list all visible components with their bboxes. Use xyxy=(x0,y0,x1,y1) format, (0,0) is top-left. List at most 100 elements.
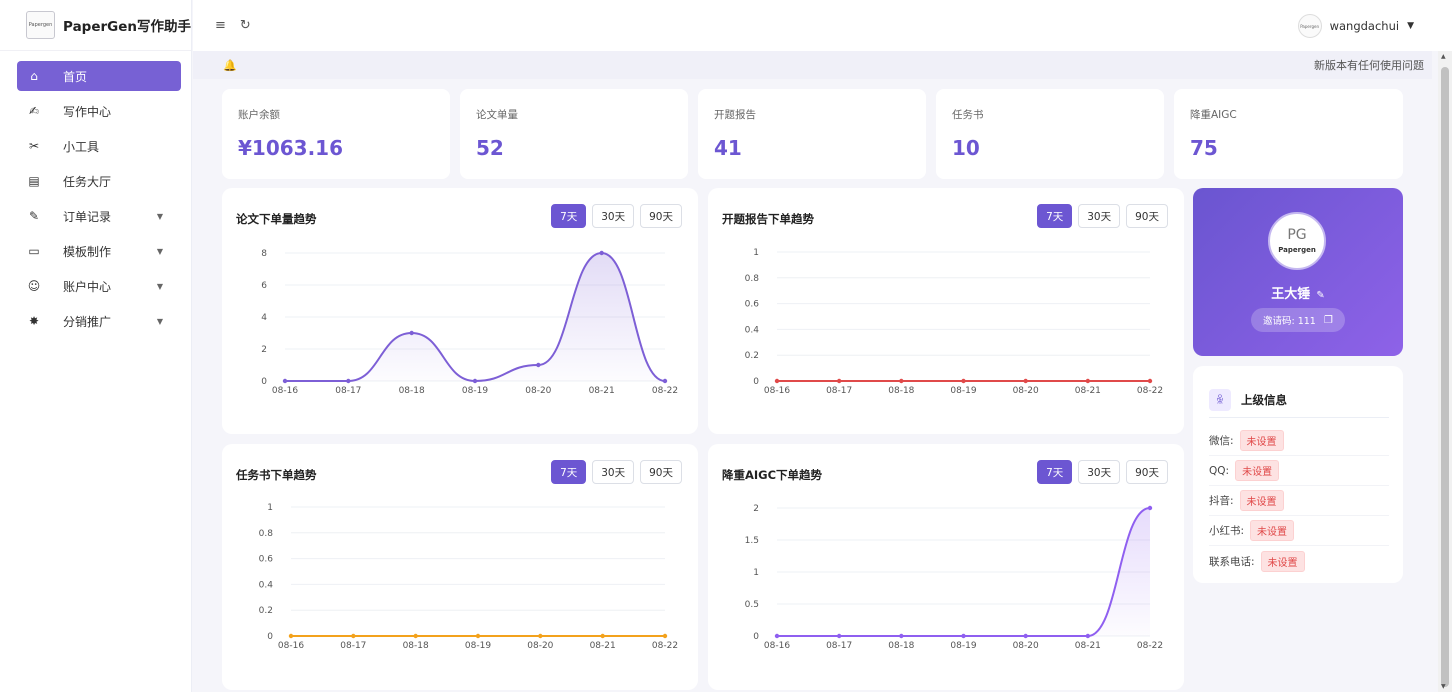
scroll-down-icon[interactable]: ▼ xyxy=(1441,683,1446,690)
x-tick-label: 08-22 xyxy=(652,386,678,396)
x-tick-label: 08-20 xyxy=(525,386,551,396)
x-tick-label: 08-19 xyxy=(950,386,976,396)
x-tick-label: 08-19 xyxy=(950,641,976,651)
y-tick-label: 0 xyxy=(753,377,759,387)
logo-mark: PG xyxy=(1287,227,1307,243)
refresh-icon[interactable]: ↻ xyxy=(240,18,251,33)
x-tick-label: 08-18 xyxy=(399,386,425,396)
data-point xyxy=(472,378,478,384)
sidebar-item-label: 账户中心 xyxy=(63,279,112,294)
data-point xyxy=(836,378,842,384)
sidebar-item-account[interactable]: ☺ 账户中心 ▼ xyxy=(17,271,181,301)
y-tick-label: 8 xyxy=(261,249,267,259)
data-point xyxy=(899,378,904,384)
stat-card-balance: 账户余额 ¥1063.16 xyxy=(222,89,450,179)
x-tick-label: 08-21 xyxy=(1075,641,1101,651)
stat-value: 41 xyxy=(714,136,742,160)
y-tick-label: 0.2 xyxy=(745,351,759,361)
scrollbar-thumb[interactable] xyxy=(1441,67,1449,687)
scrollbar[interactable]: ▲ ▼ xyxy=(1438,51,1452,692)
data-point xyxy=(599,250,604,256)
row-label: QQ: xyxy=(1209,464,1230,477)
status-badge: 未设置 xyxy=(1250,520,1295,541)
notice-text[interactable]: 新版本有任何使用问题 xyxy=(1314,57,1424,73)
stat-value: 52 xyxy=(476,136,504,160)
y-tick-label: 0.4 xyxy=(745,325,760,335)
sidebar-item-templates[interactable]: ▭ 模板制作 ▼ xyxy=(17,236,181,266)
data-point xyxy=(836,633,842,639)
sidebar-item-writing-center[interactable]: ✍ 写作中心 xyxy=(17,96,181,126)
x-tick-label: 08-22 xyxy=(1137,641,1163,651)
x-tick-label: 08-18 xyxy=(888,386,914,396)
y-tick-label: 1 xyxy=(753,248,759,258)
superior-row-douyin: 抖音: 未设置 xyxy=(1209,486,1389,516)
data-point xyxy=(1085,633,1091,639)
status-badge: 未设置 xyxy=(1239,430,1284,451)
y-tick-label: 0.6 xyxy=(745,300,760,310)
sidebar-item-label: 订单记录 xyxy=(63,209,112,224)
superior-header: ꆜ 上级信息 xyxy=(1209,382,1389,418)
y-tick-label: 0 xyxy=(753,632,759,642)
y-tick-label: 0 xyxy=(261,377,267,387)
profile-card: PG Papergen 王大锤 ✎ 邀请码: 111 ❐ xyxy=(1193,188,1403,356)
clipboard-icon: ▤ xyxy=(28,174,40,188)
data-point xyxy=(1147,378,1153,384)
pen-icon: ✍ xyxy=(28,104,40,118)
bell-icon: 🔔 xyxy=(223,58,237,72)
brand[interactable]: Papergen PaperGen写作助手 xyxy=(0,0,191,51)
data-point xyxy=(774,378,780,384)
stat-card-proposals: 开题报告 41 xyxy=(698,89,926,179)
tools-icon: ✂ xyxy=(28,139,40,153)
y-tick-label: 0 xyxy=(267,632,273,642)
sidebar-item-tools[interactable]: ✂ 小工具 xyxy=(17,131,181,161)
stat-label: 账户余额 xyxy=(238,109,280,121)
profile-avatar: PG Papergen xyxy=(1268,212,1326,270)
x-tick-label: 08-17 xyxy=(340,641,366,651)
y-tick-label: 0.2 xyxy=(259,606,273,616)
chart-card-assignments: 任务书下单趋势 7天 30天 90天 0 0.2 0.4 0.6 0.8 1 08-16 08… xyxy=(222,444,698,690)
data-point xyxy=(288,633,294,639)
x-tick-label: 08-20 xyxy=(527,641,553,651)
data-point xyxy=(475,633,481,639)
template-icon: ▭ xyxy=(28,244,40,258)
data-point xyxy=(961,378,966,384)
y-tick-label: 1 xyxy=(267,503,273,513)
row-label: 微信: xyxy=(1209,435,1234,447)
invite-label: 邀请码: 111 xyxy=(1263,316,1316,327)
data-point xyxy=(409,330,414,336)
row-label: 联系电话: xyxy=(1209,555,1255,568)
user-menu[interactable]: Papergen wangdachui ▼ xyxy=(1297,14,1414,38)
sidebar-item-distribution[interactable]: ✸ 分销推广 ▼ xyxy=(17,306,181,336)
edit-icon[interactable]: ✎ xyxy=(1316,290,1324,301)
copy-icon[interactable]: ❐ xyxy=(1324,315,1333,326)
x-tick-label: 08-19 xyxy=(462,386,488,396)
person-icon: ꆜ xyxy=(1209,388,1231,411)
stat-label: 开题报告 xyxy=(714,109,756,121)
y-tick-label: 4 xyxy=(261,313,267,323)
profile-name-row: 王大锤 ✎ xyxy=(1193,283,1403,302)
scroll-up-icon[interactable]: ▲ xyxy=(1441,53,1446,60)
brand-title: PaperGen写作助手 xyxy=(63,19,191,35)
x-tick-label: 08-21 xyxy=(1075,386,1101,396)
x-tick-label: 08-17 xyxy=(335,386,361,396)
chart-card-papers: 论文下单量趋势 7天 30天 90天 0 2 4 6 8 08-16 08-17 08-18 0… xyxy=(222,188,698,434)
y-tick-label: 1.5 xyxy=(745,536,759,546)
sidebar-item-task-hall[interactable]: ▤ 任务大厅 xyxy=(17,166,181,196)
sidebar-item-orders[interactable]: ✎ 订单记录 ▼ xyxy=(17,201,181,231)
invite-code: 邀请码: 111 ❐ xyxy=(1251,308,1345,332)
sidebar-item-label: 任务大厅 xyxy=(63,174,112,189)
order-icon: ✎ xyxy=(28,209,40,223)
avatar: Papergen xyxy=(1297,14,1322,38)
chart-card-aigc: 降重AIGC下单趋势 7天 30天 90天 0 0.5 1 1.5 2 08-16 08-1… xyxy=(708,444,1184,690)
data-point xyxy=(346,378,351,384)
status-badge: 未设置 xyxy=(1235,460,1280,481)
menu-toggle-icon[interactable]: ≡ xyxy=(215,18,226,33)
data-point xyxy=(538,633,543,639)
sidebar-item-home[interactable]: ⌂ 首页 xyxy=(17,61,181,91)
y-tick-label: 1 xyxy=(753,568,759,578)
superior-row-qq: QQ: 未设置 xyxy=(1209,456,1389,486)
user-icon: ☺ xyxy=(27,279,41,293)
sidebar-menu: ⌂ 首页 ✍ 写作中心 ✂ 小工具 ▤ 任务大厅 ✎ 订单记录 ▼ ▭ 模板制作 ▼ ☺ 账户中心… xyxy=(0,51,191,336)
x-tick-label: 08-16 xyxy=(764,386,790,396)
superior-row-phone: 联系电话: 未设置 xyxy=(1209,546,1389,576)
